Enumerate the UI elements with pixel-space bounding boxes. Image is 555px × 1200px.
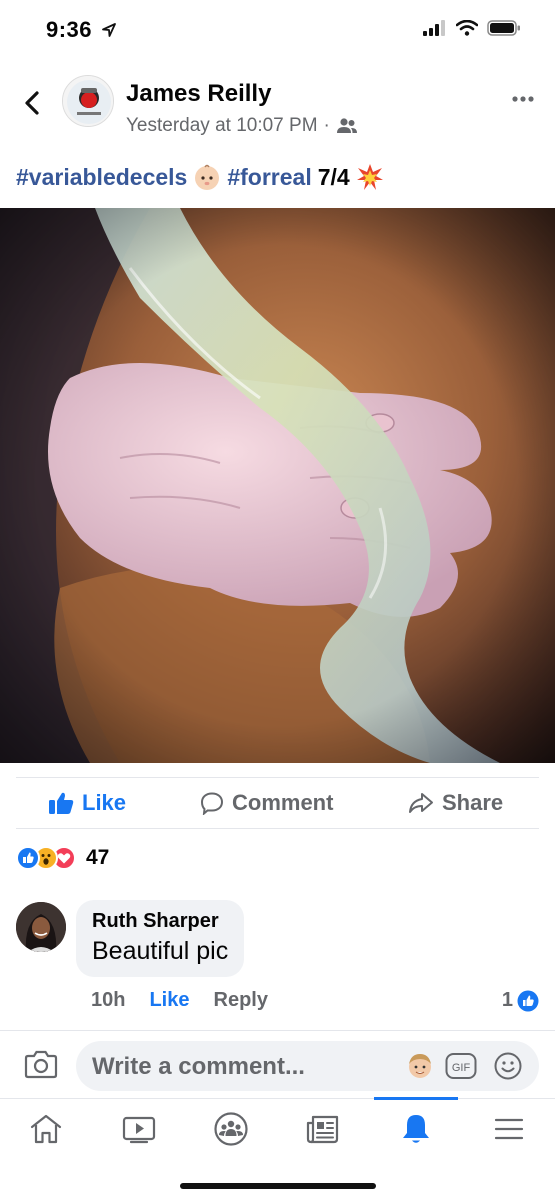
comment-reply-link[interactable]: Reply [214,989,268,1012]
comment-input[interactable]: Write a comment... GIF [76,1041,539,1091]
tab-notifications[interactable] [396,1109,436,1149]
notifications-icon [403,1115,429,1143]
post-meta: Yesterday at 10:07 PM · [126,115,358,137]
location-arrow-icon [102,23,116,37]
hashtag-link[interactable]: #forreal [227,164,311,191]
baby-emoji-icon [195,164,220,190]
status-time: 9:36 [46,17,93,42]
comment-like-link[interactable]: Like [149,989,189,1012]
bottom-tab-bar [0,1097,555,1160]
home-icon [30,1114,62,1144]
hashtag-link[interactable]: #variabledecels [16,164,187,191]
comment-reaction[interactable]: 1 [502,989,539,1012]
share-label: Share [442,790,504,815]
thumbs-up-icon [49,792,74,814]
menu-icon [494,1118,524,1140]
post-header: James Reilly Yesterday at 10:07 PM · [0,70,555,140]
emoji-icon[interactable] [493,1051,523,1081]
like-reaction-icon [517,990,539,1011]
comment-time: 10h [91,989,126,1011]
tab-home[interactable] [26,1109,66,1149]
share-icon [409,793,433,813]
commenter-avatar[interactable] [16,902,66,952]
like-button[interactable]: Like [48,790,126,816]
news-icon [306,1115,339,1144]
post-timestamp[interactable]: Yesterday at 10:07 PM [126,115,318,137]
post-photo[interactable] [0,208,555,763]
wifi-icon [456,20,478,36]
tab-news[interactable] [303,1109,343,1149]
camera-icon[interactable] [24,1049,58,1079]
gif-label: GIF [452,1062,471,1074]
status-bar: 9:36 [0,0,555,62]
post-caption: #variabledecels #forreal 7/4 [16,163,384,191]
comment-reaction-count: 1 [501,989,513,1011]
share-button[interactable]: Share [408,790,503,816]
comment-label: Comment [232,790,334,815]
comment-composer: Write a comment... GIF [0,1030,555,1098]
like-reaction-icon [16,846,40,870]
comment-bubble[interactable]: Ruth Sharper Beautiful pic [76,900,245,977]
reaction-icons [16,846,76,870]
post-actions: Like Comment Share [16,777,539,829]
gif-icon[interactable]: GIF [445,1052,477,1080]
comment-input-placeholder: Write a comment... [92,1053,305,1080]
active-tab-indicator [374,1097,458,1100]
home-indicator [180,1183,376,1189]
poster-name[interactable]: James Reilly [126,80,271,108]
more-options-icon[interactable] [511,94,535,104]
comment-button[interactable]: Comment [200,790,333,816]
comment-footer: 10h Like Reply [91,989,268,1012]
commenter-avatar-image [16,902,66,952]
meta-separator: · [323,115,330,136]
signal-icon [423,20,445,36]
groups-icon [214,1112,248,1146]
baby-hand-photo [0,208,555,763]
poster-avatar[interactable] [62,75,114,127]
avatar-sticker-icon[interactable] [405,1051,435,1081]
like-label: Like [82,790,127,815]
collision-emoji-icon [356,164,383,190]
back-arrow-icon[interactable] [20,88,44,118]
avatar-image [63,76,113,126]
comment-icon [200,792,224,815]
status-icons [423,20,521,36]
caption-text: 7/4 [317,163,350,190]
reaction-count: 47 [86,846,110,869]
battery-icon [487,20,520,36]
tab-menu[interactable] [489,1109,529,1149]
tab-groups[interactable] [211,1109,251,1149]
watch-icon [122,1116,156,1144]
comment-text: Beautiful pic [92,937,229,965]
friends-icon [336,118,357,133]
reaction-summary[interactable]: 47 [16,846,109,870]
comment-author[interactable]: Ruth Sharper [92,910,228,933]
tab-watch[interactable] [119,1109,159,1149]
